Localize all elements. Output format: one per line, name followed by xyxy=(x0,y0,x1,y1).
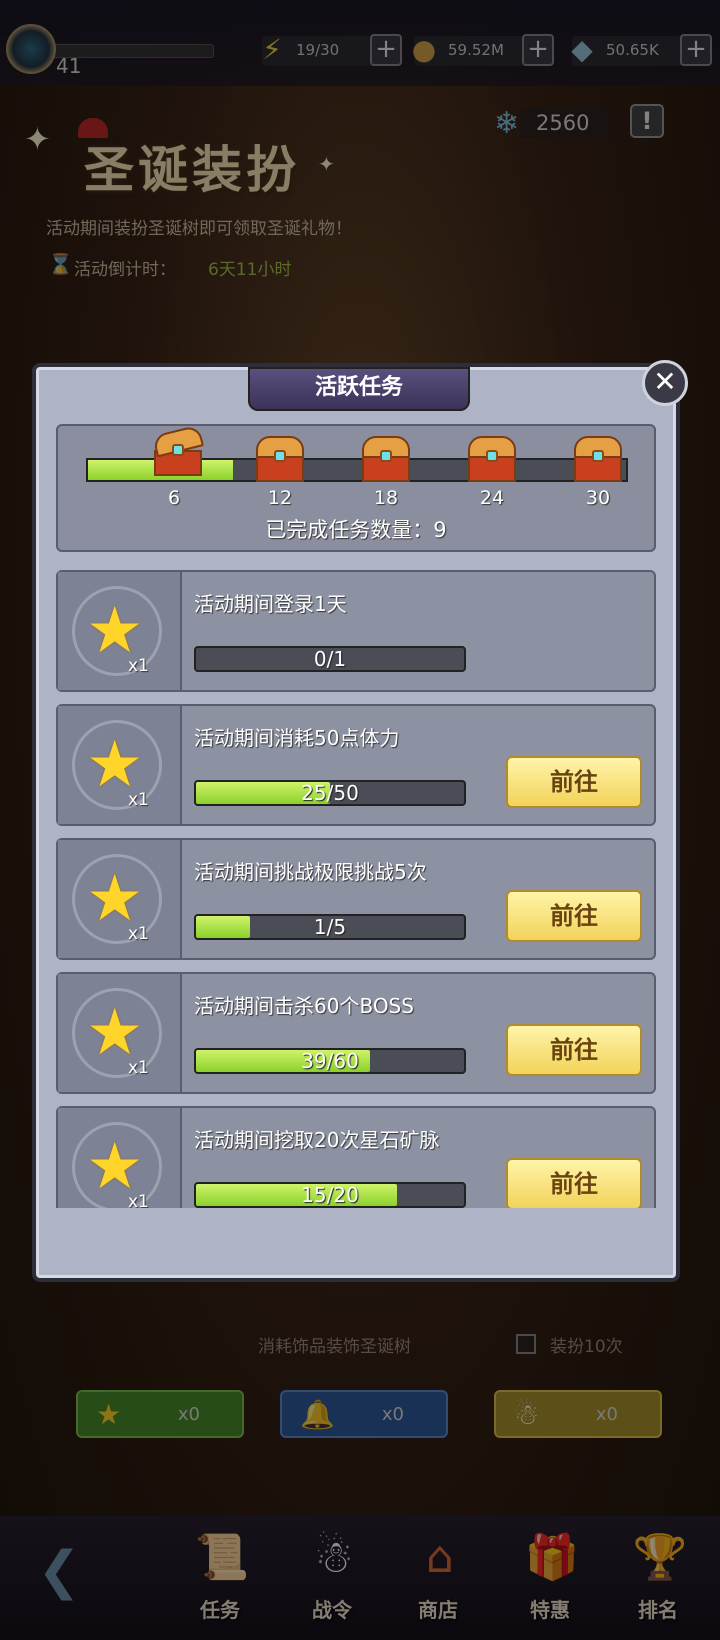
milestone-label: 6 xyxy=(167,487,181,509)
task-progress-bar: 15/20 xyxy=(194,1182,466,1208)
milestone-label: 30 xyxy=(585,487,611,509)
milestone-label: 18 xyxy=(373,487,399,509)
task-progress-bar: 25/50 xyxy=(194,780,466,806)
task-progress-bar: 39/60 xyxy=(194,1048,466,1074)
reward-quantity: x1 xyxy=(128,1192,149,1208)
close-button[interactable]: ✕ xyxy=(642,360,688,406)
reward-slot[interactable]: ★ x1 xyxy=(58,572,182,690)
task-row: ★ x1 活动期间登录1天 0/1 xyxy=(56,570,656,692)
task-row: ★ x1 活动期间挑战极限挑战5次 1/5 前往 xyxy=(56,838,656,960)
milestone-chest-6[interactable] xyxy=(152,424,204,476)
reward-slot[interactable]: ★ x1 xyxy=(58,840,182,958)
task-progress-text: 0/1 xyxy=(313,647,347,671)
task-name: 活动期间登录1天 xyxy=(194,592,347,616)
task-row: ★ x1 活动期间击杀60个BOSS 39/60 前往 xyxy=(56,972,656,1094)
milestone-chest-12[interactable] xyxy=(254,436,306,482)
task-row: ★ x1 活动期间挖取20次星石矿脉 15/20 前往 xyxy=(56,1106,656,1208)
reward-slot[interactable]: ★ x1 xyxy=(58,706,182,824)
task-name: 活动期间挖取20次星石矿脉 xyxy=(194,1128,440,1152)
reward-quantity: x1 xyxy=(128,790,149,810)
reward-quantity: x1 xyxy=(128,656,149,676)
reward-slot[interactable]: ★ x1 xyxy=(58,1108,182,1208)
task-name: 活动期间挑战极限挑战5次 xyxy=(194,860,427,884)
go-button[interactable]: 前往 xyxy=(506,756,642,808)
task-progress-text: 39/60 xyxy=(301,1049,359,1073)
modal-title: 活跃任务 xyxy=(248,367,470,411)
go-button[interactable]: 前往 xyxy=(506,1024,642,1076)
task-name: 活动期间击杀60个BOSS xyxy=(194,994,414,1018)
milestone-label: 12 xyxy=(267,487,293,509)
go-button[interactable]: 前往 xyxy=(506,890,642,942)
task-row: ★ x1 活动期间消耗50点体力 25/50 前往 xyxy=(56,704,656,826)
reward-quantity: x1 xyxy=(128,1058,149,1078)
milestone-label: 24 xyxy=(479,487,505,509)
task-progress-text: 25/50 xyxy=(301,781,359,805)
task-name: 活动期间消耗50点体力 xyxy=(194,726,400,750)
completed-task-count: 已完成任务数量：9 xyxy=(265,518,447,542)
reward-quantity: x1 xyxy=(128,924,149,944)
milestone-chest-24[interactable] xyxy=(466,436,518,482)
go-button[interactable]: 前往 xyxy=(506,1158,642,1208)
milestone-chest-18[interactable] xyxy=(360,436,412,482)
task-list[interactable]: ★ x1 活动期间登录1天 0/1 ★ x1 活动期间消耗50点体力 25/50… xyxy=(56,570,658,1208)
milestone-chest-30[interactable] xyxy=(572,436,624,482)
task-progress-text: 1/5 xyxy=(313,915,347,939)
reward-slot[interactable]: ★ x1 xyxy=(58,974,182,1092)
task-progress-bar: 1/5 xyxy=(194,914,466,940)
task-progress-text: 15/20 xyxy=(301,1183,359,1207)
task-progress-bar: 0/1 xyxy=(194,646,466,672)
